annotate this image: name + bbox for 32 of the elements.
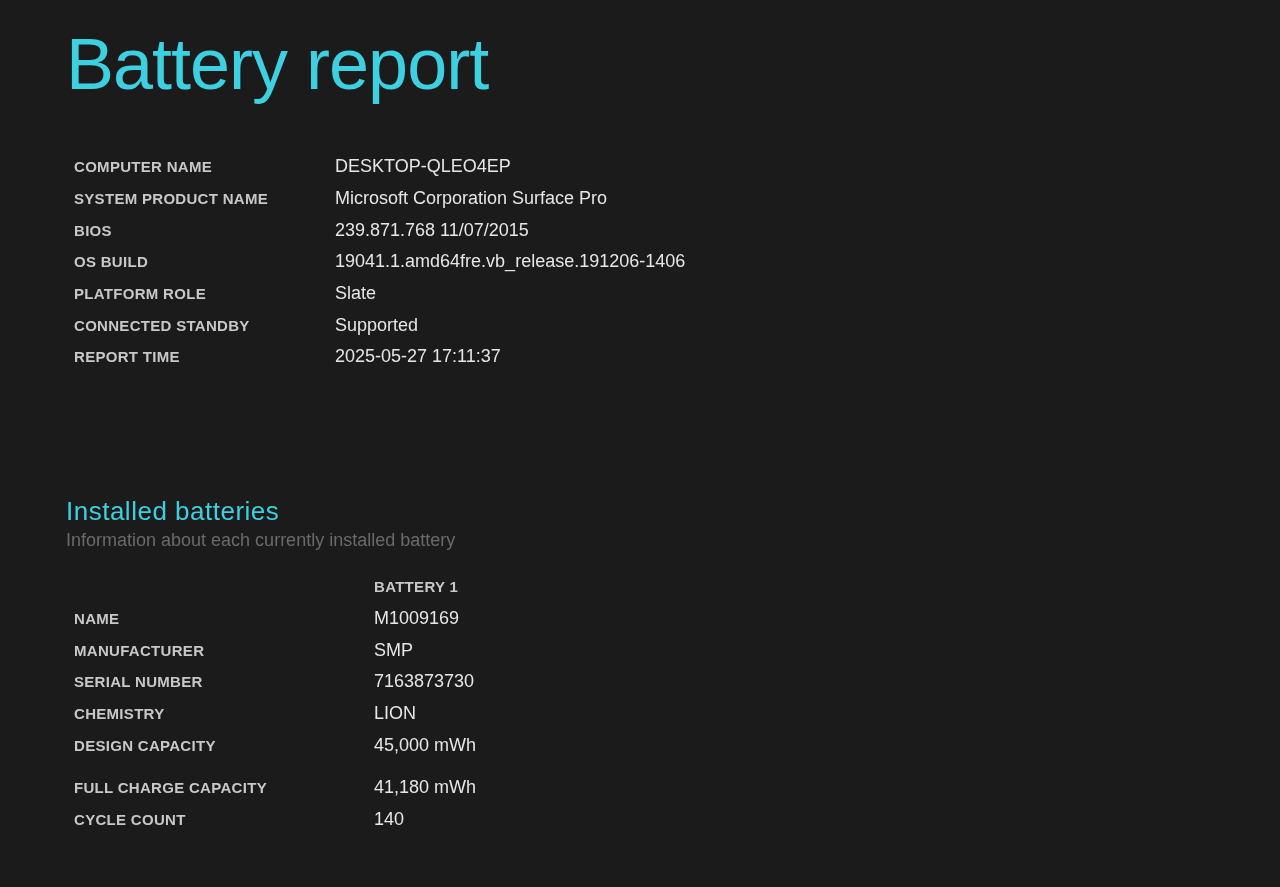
field-value: LION	[374, 702, 416, 724]
field-value: 2025-05-27 17:11:37	[335, 346, 501, 368]
field-label: CHEMISTRY	[74, 704, 166, 722]
field-value: 140	[374, 808, 405, 830]
field-label: REPORT TIME	[74, 348, 181, 366]
field-label: OS BUILD	[74, 253, 150, 271]
field-label: MANUFACTURER	[74, 641, 206, 659]
field-label: NAME	[74, 609, 121, 627]
section-heading: Installed batteries	[66, 494, 281, 527]
field-label: PLATFORM ROLE	[74, 285, 207, 303]
field-value: Microsoft Corporation Surface Pro	[335, 188, 608, 210]
field-value: 45,000 mWh	[374, 734, 477, 756]
field-label: DESIGN CAPACITY	[74, 736, 217, 754]
field-label: FULL CHARGE CAPACITY	[74, 779, 268, 797]
field-label: COMPUTER NAME	[74, 158, 214, 176]
field-value: 239.871.768 11/07/2015	[335, 219, 529, 241]
column-header: BATTERY 1	[374, 578, 459, 596]
field-label: BIOS	[74, 221, 113, 239]
field-label: SERIAL NUMBER	[74, 673, 204, 691]
field-label: SYSTEM PRODUCT NAME	[74, 190, 270, 208]
field-value: M1009169	[374, 607, 460, 629]
field-value: Slate	[335, 283, 377, 305]
field-value: 19041.1.amd64fre.vb_release.191206-1406	[335, 251, 686, 273]
field-value: SMP	[374, 639, 413, 661]
section-subtitle: Information about each currently installed battery	[66, 528, 457, 552]
field-value: Supported	[335, 314, 419, 336]
field-label: CYCLE COUNT	[74, 810, 187, 828]
report-title: Battery report	[66, 24, 490, 104]
field-value: 7163873730	[374, 671, 475, 693]
field-label: CONNECTED STANDBY	[74, 316, 251, 334]
field-value: 41,180 mWh	[374, 777, 477, 799]
field-value: DESKTOP-QLEO4EP	[335, 156, 511, 178]
